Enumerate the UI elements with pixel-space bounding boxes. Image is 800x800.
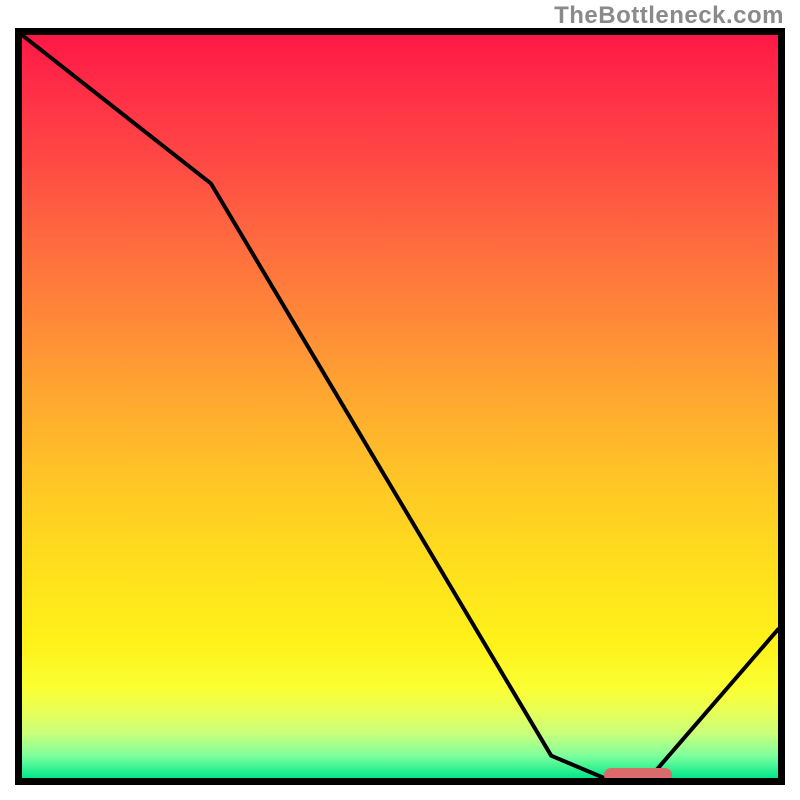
- optimal-range-marker: [604, 768, 672, 782]
- watermark-text: TheBottleneck.com: [554, 2, 784, 30]
- bottleneck-curve-path: [22, 35, 778, 778]
- bottleneck-curve: [22, 35, 778, 778]
- chart-frame: [15, 28, 785, 785]
